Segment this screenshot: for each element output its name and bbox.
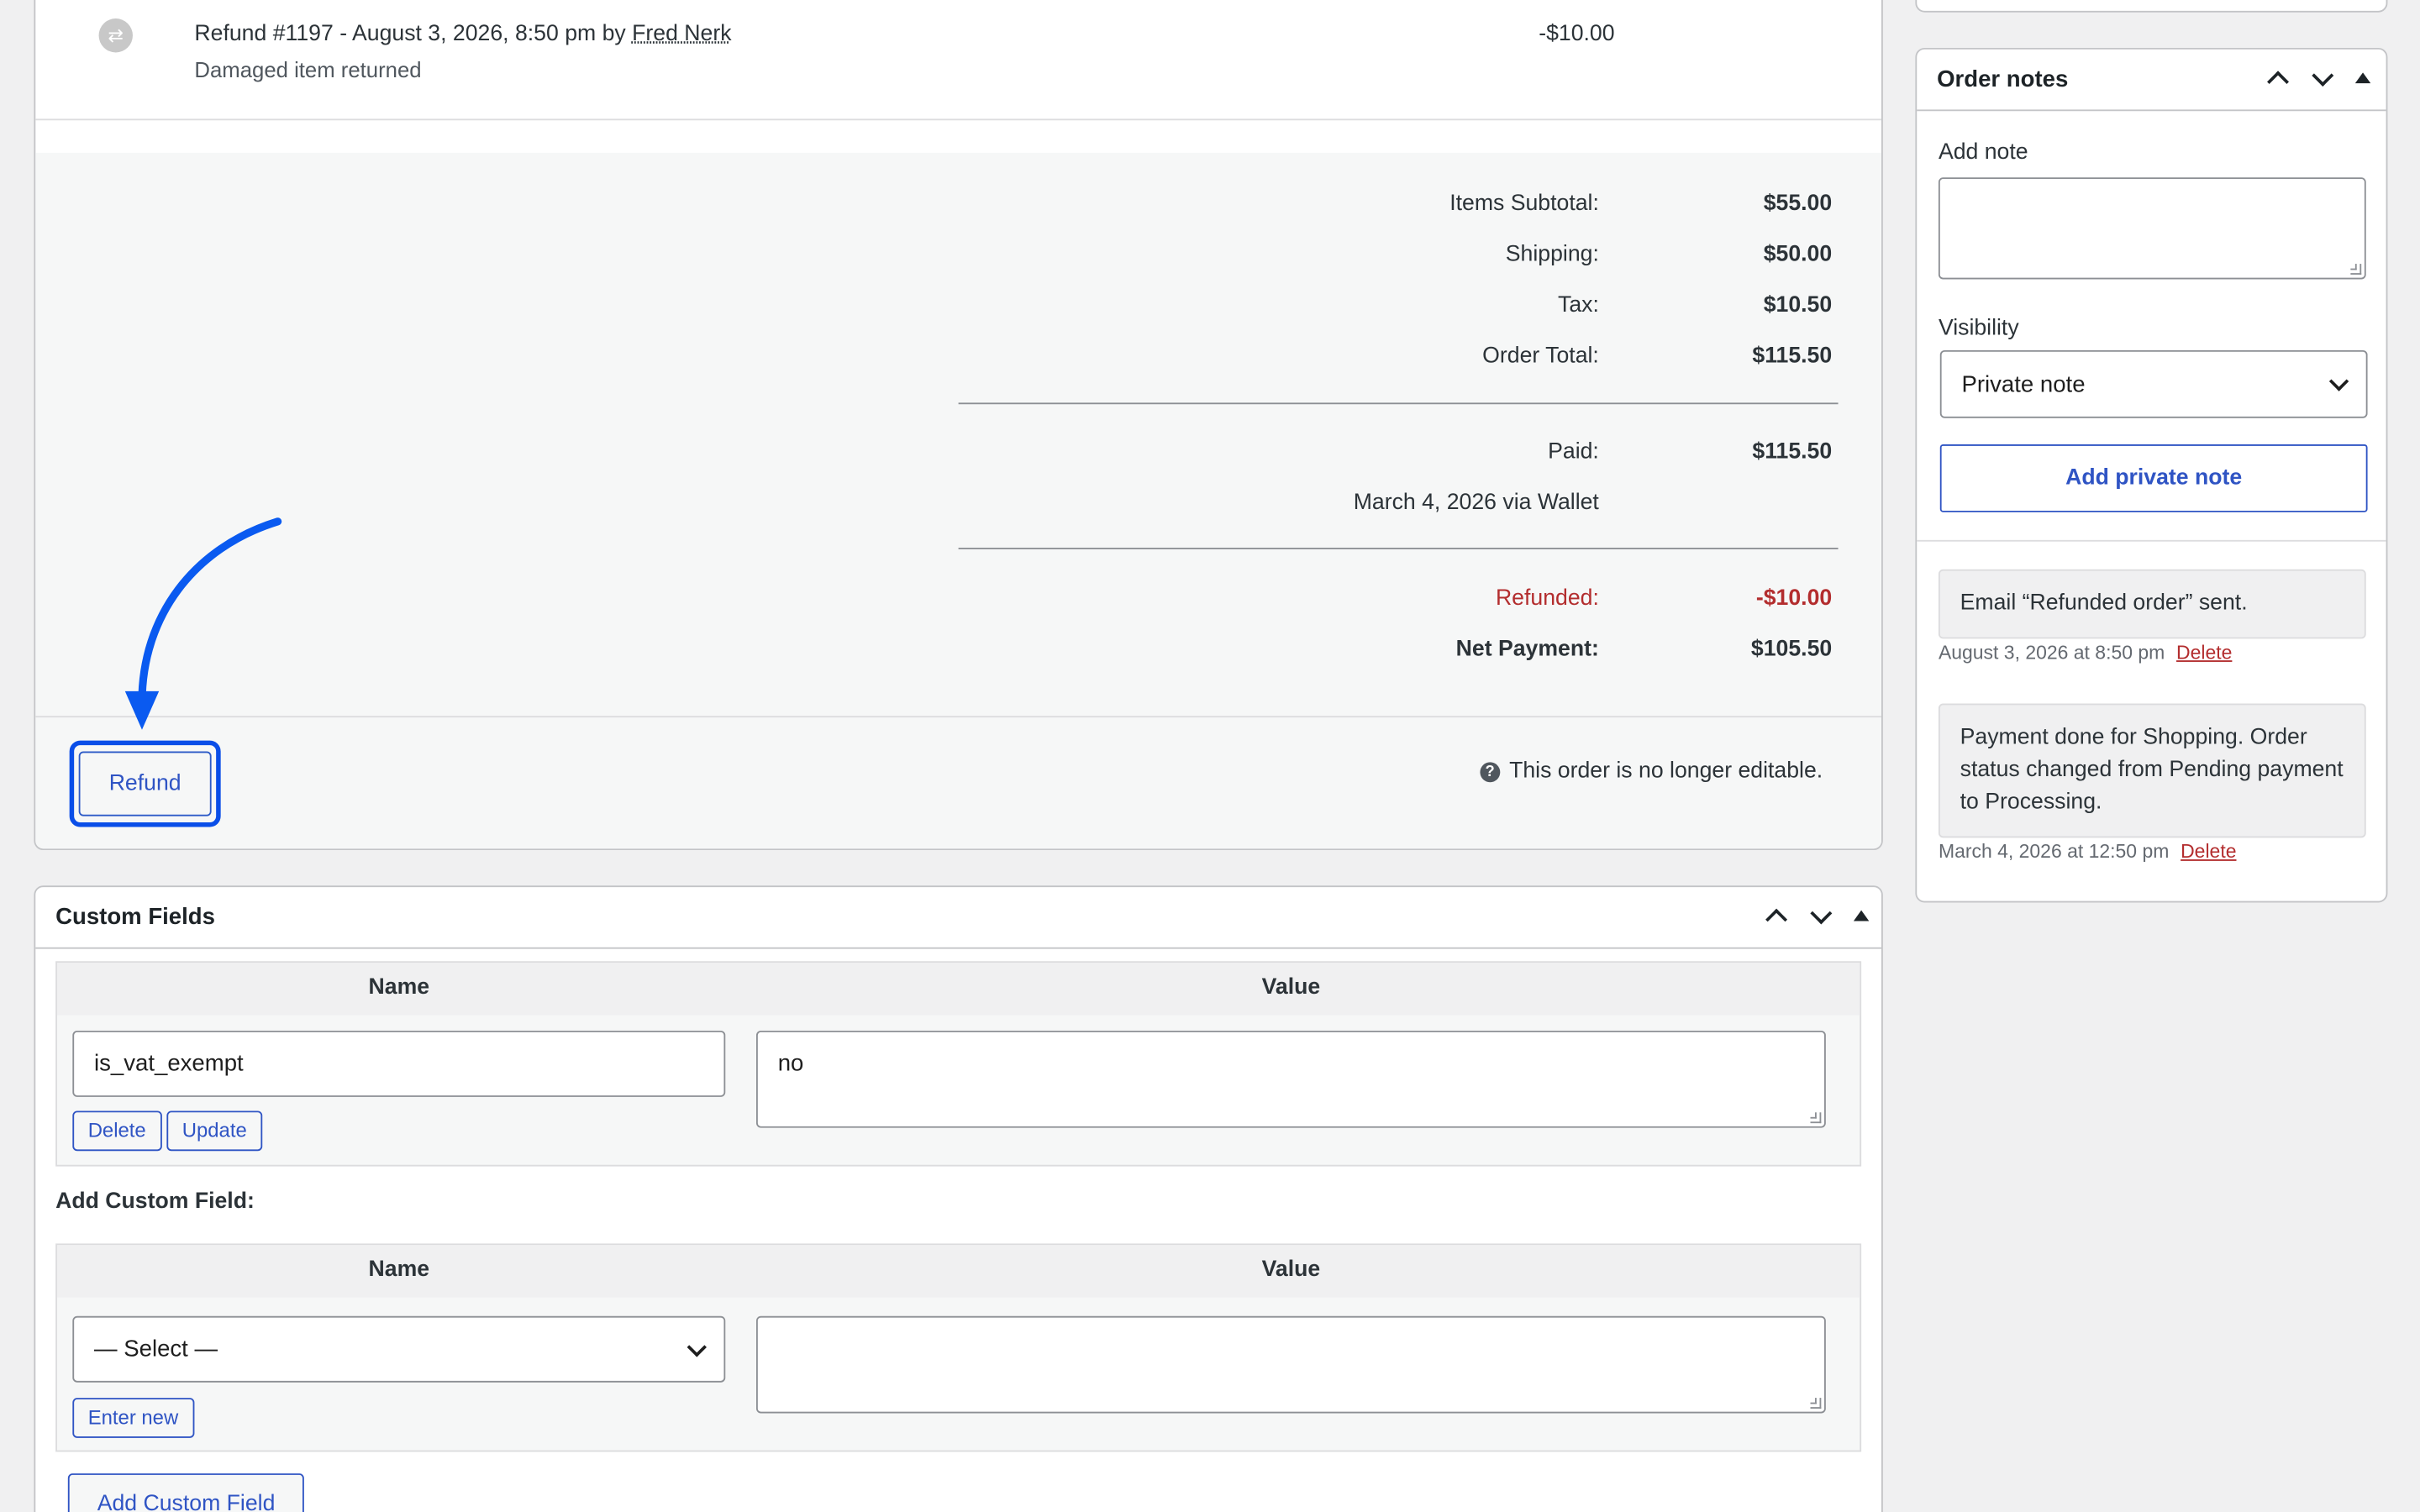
new-field-table-head: Name Value (56, 1245, 1860, 1298)
totals-divider (958, 402, 1839, 405)
delete-note-link[interactable]: Delete (2181, 841, 2236, 863)
refund-icon: ⇄ (98, 18, 133, 53)
notes-divider (1917, 539, 2386, 542)
update-field-button[interactable]: Update (166, 1110, 263, 1152)
items-subtotal-label: Items Subtotal: (1449, 191, 1599, 217)
net-payment-label: Net Payment: (1455, 637, 1599, 662)
note-timestamp: March 4, 2026 at 12:50 pm (1938, 841, 2170, 863)
chevron-down-icon (687, 1336, 707, 1357)
order-note-meta: August 3, 2026 at 8:50 pm Delete (1939, 642, 2232, 664)
add-custom-field-label: Add Custom Field: (55, 1189, 255, 1215)
refund-user-link[interactable]: Fred Nerk (632, 22, 731, 46)
resize-handle-icon[interactable] (1810, 1398, 1822, 1409)
move-up-icon[interactable] (1764, 904, 1788, 928)
refunded-label: Refunded: (1495, 585, 1599, 612)
add-note-textarea[interactable] (1938, 177, 2366, 280)
visibility-value: Private note (1961, 370, 2086, 397)
note-timestamp: August 3, 2026 at 8:50 pm (1938, 642, 2165, 664)
delete-field-button[interactable]: Delete (72, 1110, 162, 1152)
tax-value: $10.50 (1763, 292, 1833, 318)
custom-field-value-textarea[interactable]: no (756, 1030, 1826, 1128)
net-payment-value: $105.50 (1750, 637, 1833, 662)
add-private-note-button[interactable]: Add private note (1939, 444, 2368, 512)
new-custom-field-table: Name Value — Select — Enter new (55, 1243, 1862, 1452)
order-totals: Items Subtotal: $55.00 Shipping: $50.00 … (35, 152, 1881, 717)
refund-button[interactable]: Refund (78, 751, 212, 816)
visibility-select[interactable]: Private note (1939, 349, 2368, 418)
resize-handle-icon[interactable] (2350, 264, 2362, 275)
collapse-toggle-icon[interactable] (1853, 910, 1870, 921)
annotation-arrow-shaft (138, 517, 282, 706)
custom-fields-controls (1764, 904, 1870, 928)
order-note: Payment done for Shopping. Order status … (1938, 703, 2366, 838)
enter-new-button[interactable]: Enter new (72, 1398, 194, 1438)
order-notes-header: Order notes (1917, 50, 2386, 112)
refund-title: Refund #1197 - August 3, 2026, 8:50 pm b… (194, 22, 731, 46)
move-up-icon[interactable] (2265, 66, 2290, 91)
new-field-value-textarea[interactable] (756, 1315, 1826, 1414)
order-total-label: Order Total: (1482, 344, 1599, 369)
custom-fields-title: Custom Fields (55, 904, 215, 931)
order-items-panel: ⇄ Refund #1197 - August 3, 2026, 8:50 pm… (34, 0, 1883, 851)
not-editable-text: This order is no longer editable. (1509, 759, 1823, 785)
refund-amount: -$10.00 (1539, 21, 1615, 47)
not-editable-notice: ? This order is no longer editable. (1480, 759, 1823, 784)
move-down-icon[interactable] (1809, 904, 1833, 928)
help-icon: ? (1480, 761, 1501, 782)
items-divider (35, 118, 1881, 121)
visibility-label: Visibility (1938, 316, 2019, 341)
tax-label: Tax: (1558, 292, 1599, 318)
add-note-label: Add note (1938, 140, 2028, 165)
select-value: — Select — (94, 1336, 218, 1362)
new-col-value-header: Value (1261, 1257, 1321, 1283)
delete-note-link[interactable]: Delete (2176, 642, 2232, 664)
chevron-down-icon (2328, 371, 2349, 391)
new-col-name-header: Name (368, 1257, 430, 1283)
sidebar-box-above (1915, 0, 2388, 13)
custom-fields-table: Name Value is_vat_exempt no Delete Updat… (55, 961, 1862, 1167)
custom-fields-header: Custom Fields (35, 887, 1881, 949)
col-name-header: Name (368, 974, 430, 1000)
refund-title-text: Refund #1197 - August 3, 2026, 8:50 pm b… (194, 21, 626, 47)
paid-value: $115.50 (1752, 439, 1833, 465)
order-total-value: $115.50 (1752, 344, 1833, 369)
order-note-meta: March 4, 2026 at 12:50 pm Delete (1939, 841, 2237, 863)
order-notes-controls (2265, 66, 2371, 91)
col-value-header: Value (1261, 974, 1321, 1000)
custom-field-name-input[interactable]: is_vat_exempt (72, 1030, 726, 1097)
paid-label: Paid: (1548, 439, 1599, 465)
order-note: Email “Refunded order” sent. (1938, 569, 2366, 639)
custom-field-value-text: no (777, 1050, 804, 1078)
annotation-arrow-head (124, 690, 160, 730)
refunded-value: -$10.00 (1755, 585, 1833, 612)
annotation-arrow (124, 517, 282, 730)
items-subtotal-value: $55.00 (1763, 191, 1833, 217)
refund-reason: Damaged item returned (194, 56, 422, 82)
custom-fields-panel: Custom Fields Name Value is_vat_exempt n… (34, 885, 1883, 1512)
custom-fields-table-head: Name Value (56, 963, 1860, 1016)
order-notes-panel: Order notes Add note Visibility Private … (1915, 47, 2388, 903)
order-notes-title: Order notes (1937, 66, 2069, 93)
shipping-label: Shipping: (1505, 242, 1599, 267)
move-down-icon[interactable] (2311, 66, 2335, 91)
resize-handle-icon[interactable] (1810, 1112, 1822, 1124)
order-actions-bar: Refund ? This order is no longer editabl… (35, 716, 1881, 849)
shipping-value: $50.00 (1763, 242, 1833, 267)
paid-divider (958, 548, 1839, 549)
new-field-name-select[interactable]: — Select — (72, 1315, 726, 1383)
add-custom-field-button[interactable]: Add Custom Field (67, 1473, 305, 1512)
paid-via: March 4, 2026 via Wallet (1353, 491, 1599, 516)
collapse-toggle-icon[interactable] (2354, 72, 2371, 84)
